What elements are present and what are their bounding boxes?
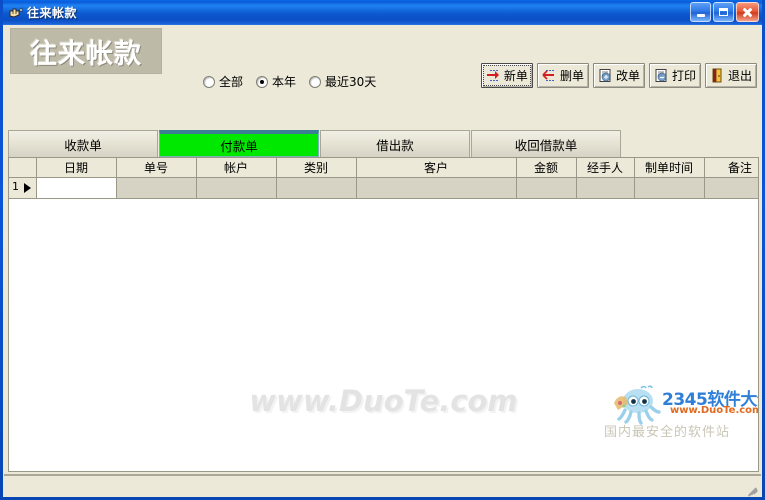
column-header-amount[interactable]: 金额: [516, 158, 577, 178]
exit-button[interactable]: 退出: [704, 63, 757, 88]
tab-receipt-voucher-label: 收款单: [64, 137, 102, 153]
row-cursor-icon: [23, 182, 31, 193]
radio-last-30-days[interactable]: 最近30天: [309, 73, 376, 90]
cell-customer[interactable]: [356, 177, 517, 199]
tab-payment-voucher[interactable]: 付款单: [159, 130, 319, 157]
row-header-cell[interactable]: 1: [9, 177, 37, 199]
delete-record-label: 删单: [559, 69, 584, 83]
new-record-label: 新单: [503, 69, 528, 83]
radio-this-year[interactable]: 本年: [256, 73, 296, 90]
site-branding: 2345软件大全 www.DuoTe.com 国内最安全的软件站: [600, 383, 758, 441]
radio-this-year-label: 本年: [272, 75, 297, 89]
cell-account[interactable]: [196, 177, 277, 199]
new-record-button[interactable]: 新单: [480, 63, 533, 88]
minimize-button[interactable]: [690, 2, 711, 22]
app-logo-text: 往来帐款: [30, 38, 142, 70]
column-header-created-time[interactable]: 制单时间: [634, 158, 705, 178]
column-header-remark[interactable]: 备注: [704, 158, 758, 178]
tab-loan-recovery[interactable]: 收回借款单: [471, 130, 621, 157]
cell-handler[interactable]: [576, 177, 635, 199]
table-row[interactable]: 1: [9, 177, 758, 199]
tab-loan-out[interactable]: 借出款: [320, 130, 470, 157]
cell-created-time[interactable]: [634, 177, 705, 199]
cell-voucher-no[interactable]: [116, 177, 197, 199]
tab-payment-voucher-label: 付款单: [220, 138, 258, 154]
column-header-voucher-no[interactable]: 单号: [116, 158, 197, 178]
column-header-customer[interactable]: 客户: [356, 158, 517, 178]
window-title: 往来帐款: [27, 6, 78, 20]
header-band: 往来帐款 全部 本年 最近30天 新单 删单 改单 打印 退出: [3, 25, 762, 107]
delete-record-button[interactable]: 删单: [536, 63, 589, 88]
date-range-filter: 全部 本年 最近30天: [203, 73, 376, 90]
print-record-button[interactable]: 打印: [648, 63, 701, 88]
radio-last-30-days-label: 最近30天: [325, 75, 377, 89]
site-watermark: www.DuoTe.com: [249, 384, 518, 418]
column-header-handler[interactable]: 经手人: [576, 158, 635, 178]
print-record-label: 打印: [671, 69, 696, 83]
brand-url: www.DuoTe.com: [670, 405, 759, 416]
cell-remark[interactable]: [704, 177, 758, 199]
row-number: 1: [12, 179, 19, 193]
status-bar: [4, 474, 761, 497]
edit-record-button[interactable]: 改单: [592, 63, 645, 88]
column-header-account[interactable]: 帐户: [196, 158, 277, 178]
delete-record-icon: [542, 68, 557, 83]
document-type-tabs: 收款单 付款单 借出款 收回借款单: [8, 130, 759, 157]
minimize-icon: [696, 14, 705, 17]
cell-date[interactable]: [36, 177, 117, 199]
maximize-icon: [719, 8, 728, 16]
cell-category[interactable]: [276, 177, 357, 199]
window-controls: [690, 2, 759, 22]
radio-all[interactable]: 全部: [203, 73, 243, 90]
client-area: 往来帐款 全部 本年 最近30天 新单 删单 改单 打印 退出 收款单 付款单 …: [3, 25, 762, 497]
maximize-button[interactable]: [713, 2, 734, 22]
add-record-icon: [486, 68, 501, 83]
radio-all-dot: [203, 75, 215, 88]
radio-last-30-days-dot: [309, 75, 322, 88]
edit-record-icon: [598, 68, 613, 83]
cell-amount[interactable]: [516, 177, 577, 199]
resize-grip[interactable]: [745, 481, 759, 497]
title-bar: 往来帐款: [3, 0, 762, 25]
close-button[interactable]: [736, 2, 759, 22]
exit-label: 退出: [727, 69, 752, 83]
toolbar: 新单 删单 改单 打印 退出: [480, 63, 757, 88]
radio-this-year-dot: [256, 75, 269, 88]
radio-all-label: 全部: [219, 75, 244, 89]
pointing-hand-icon: [7, 5, 23, 21]
table-header-row: 日期 单号 帐户 类别 客户 金额 经手人 制单时间 备注: [9, 158, 758, 178]
print-record-icon: [654, 68, 669, 83]
tab-loan-recovery-label: 收回借款单: [514, 137, 578, 153]
octopus-mascot-icon: [608, 385, 664, 425]
column-header-date[interactable]: 日期: [36, 158, 117, 178]
brand-slogan: 国内最安全的软件站: [604, 425, 731, 440]
app-logo: 往来帐款: [10, 28, 162, 74]
close-icon: [742, 7, 753, 18]
column-header-rownum: [9, 158, 37, 178]
brand-title: 2345软件大全: [662, 390, 758, 410]
column-header-category[interactable]: 类别: [276, 158, 357, 178]
application-window: 往来帐款 往来帐款 全部 本年 最近30天 新单 删单 改单 打印 退出 收款单…: [0, 0, 765, 500]
exit-door-icon: [710, 68, 725, 83]
tab-receipt-voucher[interactable]: 收款单: [8, 130, 158, 157]
records-table: 日期 单号 帐户 类别 客户 金额 经手人 制单时间 备注 1: [9, 158, 758, 199]
edit-record-label: 改单: [615, 69, 640, 83]
records-grid[interactable]: 日期 单号 帐户 类别 客户 金额 经手人 制单时间 备注 1 www.DuoT…: [8, 157, 759, 472]
tab-loan-out-label: 借出款: [376, 137, 414, 153]
